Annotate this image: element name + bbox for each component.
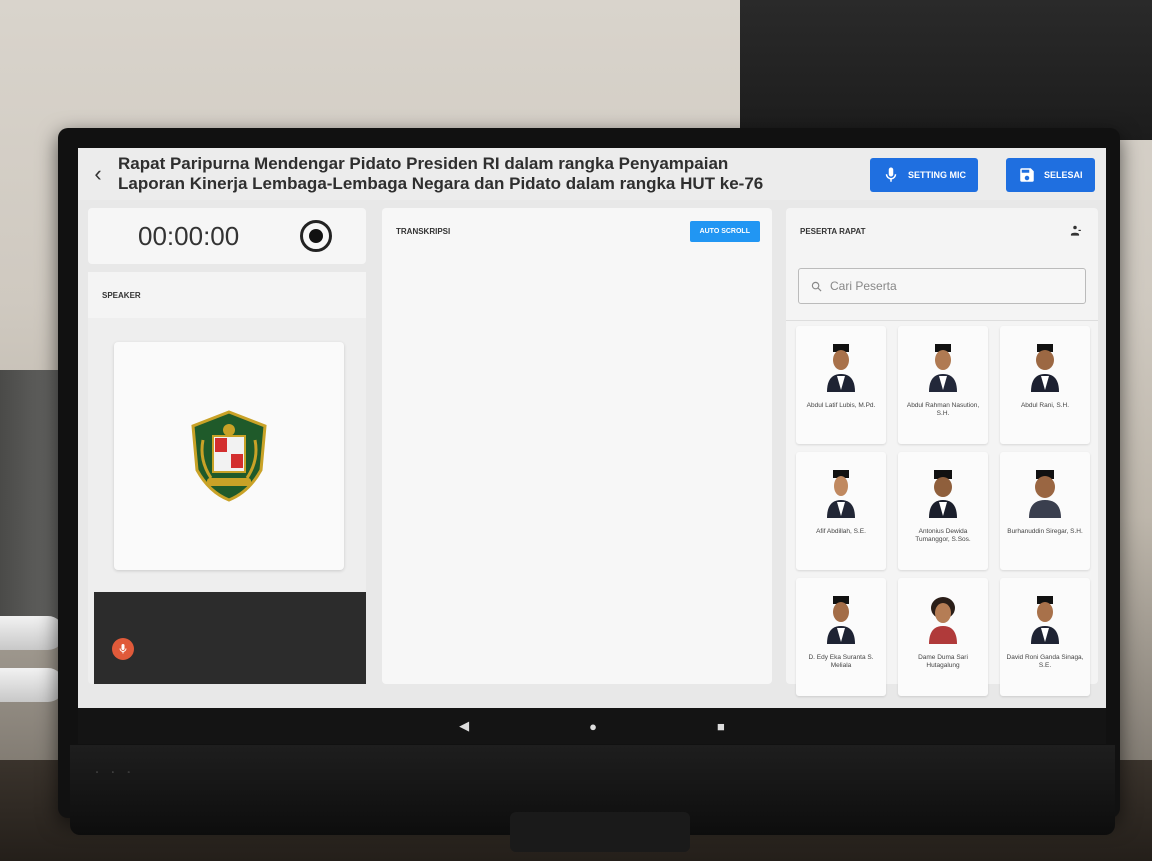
speaker-heading: SPEAKER [88, 272, 366, 318]
monitor-stand [510, 812, 690, 852]
microphone-icon [885, 167, 897, 182]
microphone-icon [119, 644, 127, 654]
transcription-header: TRANSKRIPSI AUTO SCROLL [382, 208, 772, 254]
meeting-title: Rapat Paripurna Mendengar Pidato Preside… [118, 154, 858, 194]
sort-users-icon[interactable] [1068, 224, 1082, 238]
participant-avatar [827, 596, 855, 644]
nav-recent-icon[interactable]: ■ [717, 719, 725, 734]
participant-card[interactable]: Dame Duma Sari Hutagalung [898, 578, 988, 696]
app-screen: ‹ Rapat Paripurna Mendengar Pidato Presi… [78, 148, 1106, 708]
setting-mic-button[interactable]: SETTING MIC [870, 158, 978, 192]
participants-heading: PESERTA RAPAT [800, 226, 866, 236]
background-wall [740, 0, 1152, 140]
transcription-heading: TRANSKRIPSI [396, 226, 451, 236]
participant-avatar [929, 470, 957, 518]
speaker-card [114, 342, 344, 570]
participant-avatar [1029, 470, 1061, 518]
participant-avatar [929, 344, 957, 392]
participant-avatar [827, 470, 855, 518]
participant-name: Dame Duma Sari Hutagalung [918, 654, 968, 669]
participant-name: Afif Abdillah, S.E. [816, 528, 866, 535]
auto-scroll-button[interactable]: AUTO SCROLL [689, 220, 760, 242]
search-placeholder: Cari Peserta [830, 279, 897, 293]
selesai-label: SELESAI [1044, 170, 1083, 180]
participants-header: PESERTA RAPAT [786, 208, 1098, 254]
speaker-controls [94, 592, 366, 684]
android-nav-bar: ◀ ● ■ [78, 708, 1106, 744]
participant-card[interactable]: David Roni Ganda Sinaga, S.E. [1000, 578, 1090, 696]
nav-home-icon[interactable]: ● [589, 719, 597, 734]
participants-panel: PESERTA RAPAT Cari Peserta Abdul Latif L… [786, 208, 1098, 696]
record-icon[interactable] [300, 220, 332, 252]
participants-grid: Abdul Latif Lubis, M.Pd. Abdul Rahman Na… [796, 326, 1092, 696]
recorder-panel: 00:00:00 [88, 208, 366, 264]
top-bar: ‹ Rapat Paripurna Mendengar Pidato Presi… [78, 148, 1106, 200]
participant-card[interactable]: Abdul Rani, S.H. [1000, 326, 1090, 444]
participant-name: Burhanuddin Siregar, S.H. [1007, 528, 1083, 535]
participant-name: Abdul Latif Lubis, M.Pd. [806, 402, 876, 409]
participant-name: Antonius Dewida Tumanggor, S.Sos. [915, 528, 971, 543]
participant-name: Abdul Rahman Nasution, S.H. [906, 402, 980, 417]
save-icon [1020, 168, 1034, 182]
speaker-panel: SPEAKER [88, 272, 366, 684]
mic-toggle-button[interactable] [112, 638, 134, 660]
timer-display: 00:00:00 [138, 220, 240, 251]
usb-cable [0, 616, 64, 650]
setting-mic-label: SETTING MIC [908, 170, 966, 180]
nav-back-icon[interactable]: ◀ [459, 718, 469, 734]
participant-avatar [929, 597, 957, 644]
selesai-button[interactable]: SELESAI [1006, 158, 1095, 192]
dprd-emblem-icon [191, 410, 267, 502]
participant-card[interactable]: Afif Abdillah, S.E. [796, 452, 886, 570]
monitor-buttons: ▫ ▫ ▫ [96, 770, 136, 776]
search-icon [811, 281, 822, 291]
participant-card[interactable]: D. Edy Eka Suranta S. Meliala [796, 578, 886, 696]
participant-card[interactable]: Burhanuddin Siregar, S.H. [1000, 452, 1090, 570]
meeting-title-line-1: Rapat Paripurna Mendengar Pidato Preside… [118, 154, 729, 173]
participant-avatar [1031, 344, 1059, 392]
back-icon[interactable]: ‹ [78, 148, 118, 200]
search-input[interactable]: Cari Peserta [798, 268, 1086, 304]
participant-name: D. Edy Eka Suranta S. Meliala [808, 654, 874, 669]
usb-cable [0, 668, 64, 702]
meeting-title-line-2: Laporan Kinerja Lembaga-Lembaga Negara d… [118, 174, 764, 193]
participant-card[interactable]: Abdul Rahman Nasution, S.H. [898, 326, 988, 444]
participant-avatar [827, 344, 855, 392]
participant-name: Abdul Rani, S.H. [1020, 402, 1070, 409]
divider [786, 320, 1098, 321]
participant-avatar [1031, 596, 1059, 644]
transcription-panel: TRANSKRIPSI AUTO SCROLL [382, 208, 772, 684]
participant-name: David Roni Ganda Sinaga, S.E. [1006, 654, 1084, 669]
participant-card[interactable]: Abdul Latif Lubis, M.Pd. [796, 326, 886, 444]
participant-card[interactable]: Antonius Dewida Tumanggor, S.Sos. [898, 452, 988, 570]
